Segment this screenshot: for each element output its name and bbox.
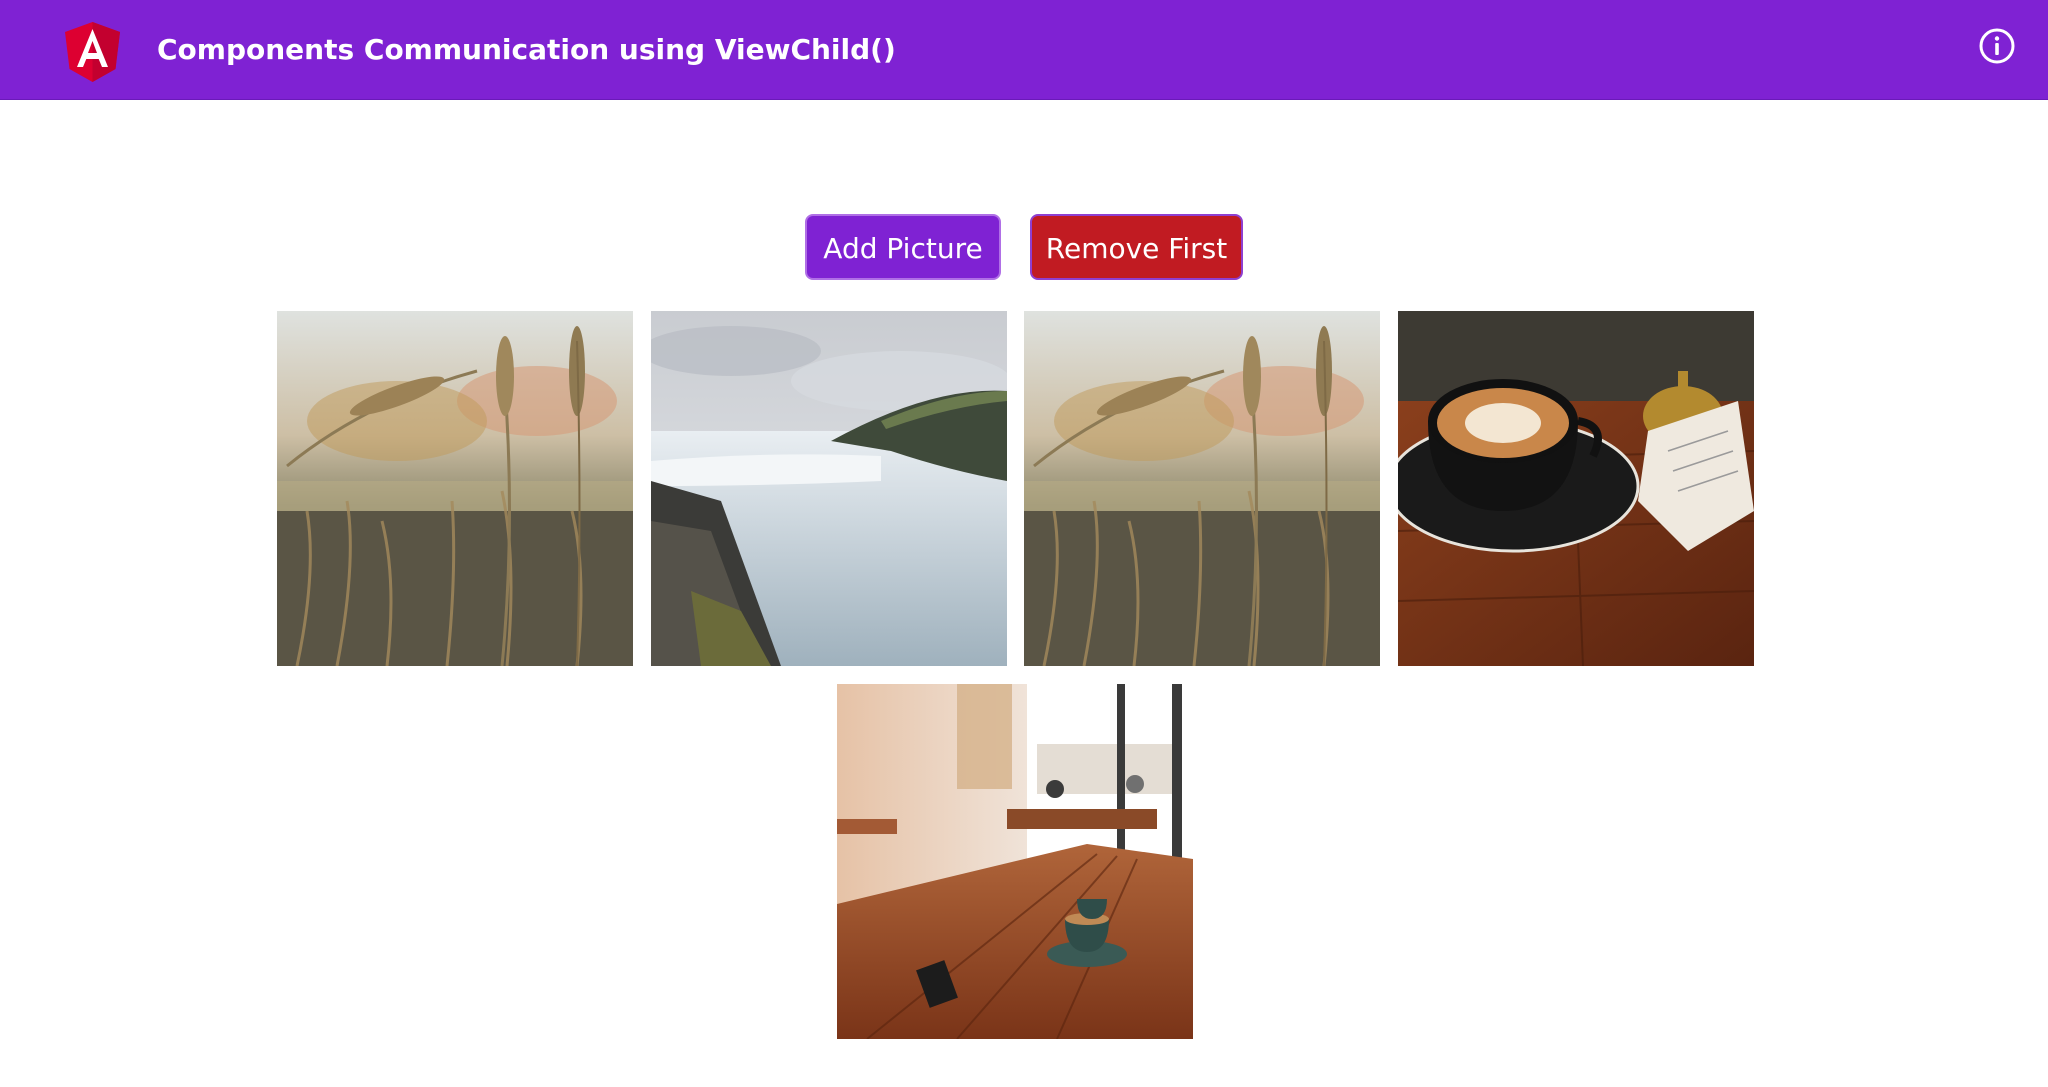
- picture-wheat-field[interactable]: [1024, 311, 1380, 666]
- picture-latte-coffee[interactable]: [1398, 311, 1754, 666]
- remove-first-button[interactable]: Remove First: [1030, 214, 1243, 280]
- picture-waterfall[interactable]: [651, 311, 1007, 666]
- page-title: Components Communication using ViewChild…: [157, 33, 896, 66]
- action-bar: Add Picture Remove First: [0, 214, 2048, 282]
- app-header: Components Communication using ViewChild…: [0, 0, 2048, 100]
- angular-logo-icon: [65, 22, 120, 82]
- picture-cafe-interior[interactable]: [837, 684, 1193, 1039]
- add-picture-button[interactable]: Add Picture: [805, 214, 1001, 280]
- info-circle-icon[interactable]: [1978, 27, 2016, 65]
- picture-wheat-field[interactable]: [277, 311, 633, 666]
